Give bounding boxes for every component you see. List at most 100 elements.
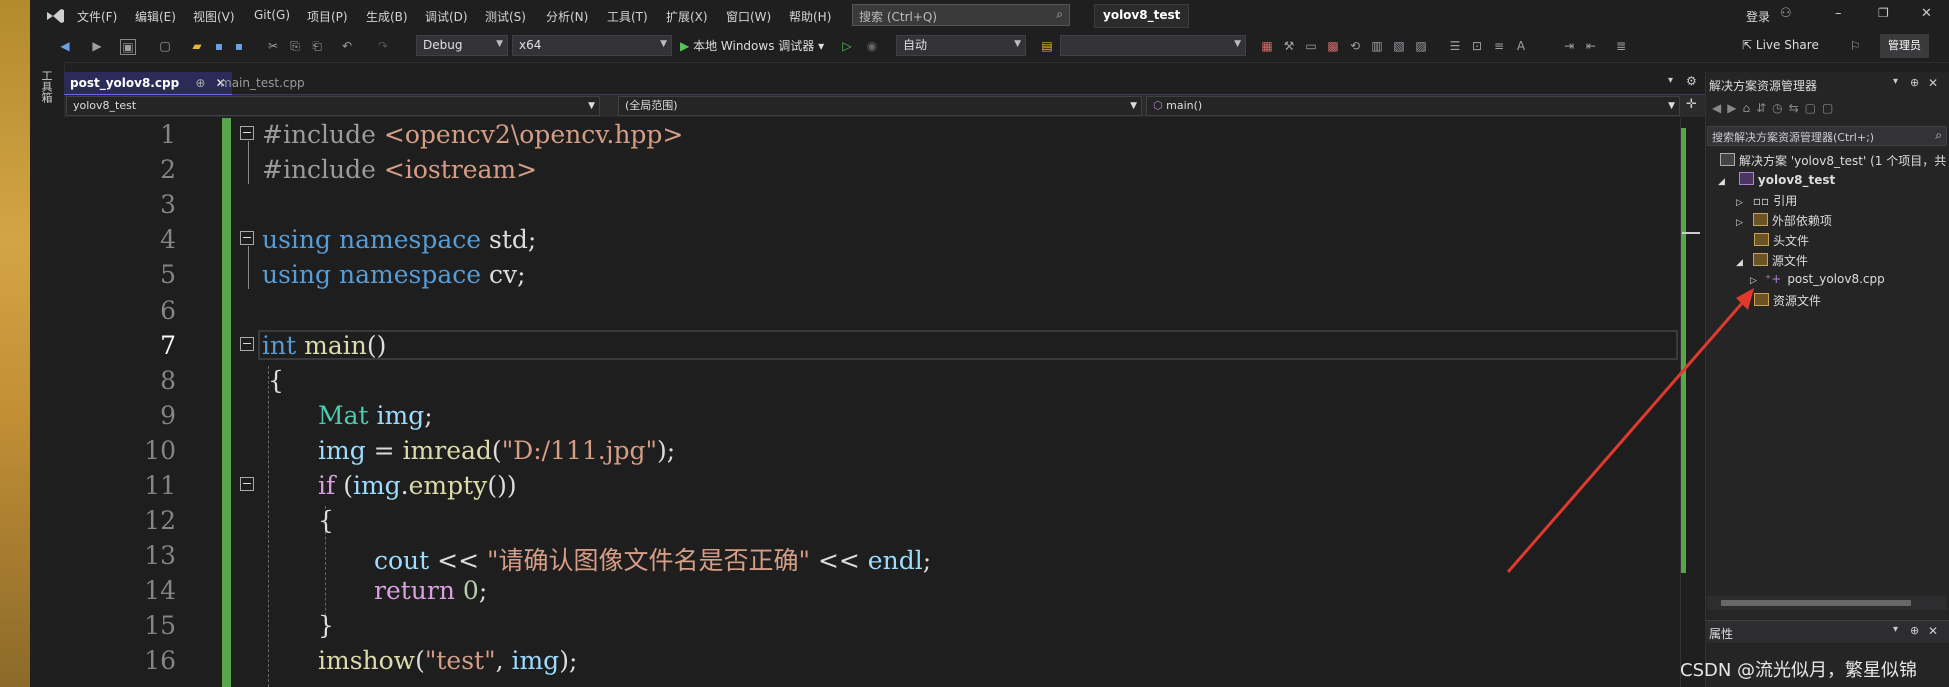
indent-icon[interactable]: ⇥ bbox=[1562, 39, 1576, 53]
menu-window[interactable]: 窗口(W) bbox=[726, 8, 771, 25]
menu-debug[interactable]: 调试(D) bbox=[425, 8, 468, 25]
menu-file[interactable]: 文件(F) bbox=[77, 8, 117, 25]
tab-post-yolov8[interactable]: post_yolov8.cpp ⊕ ✕ bbox=[64, 72, 232, 96]
hot-reload-icon[interactable]: ◉ bbox=[865, 39, 879, 53]
open-folder-icon[interactable]: ▰ bbox=[190, 39, 204, 53]
back-icon[interactable]: ◀ bbox=[58, 39, 72, 53]
close-icon[interactable]: ✕ bbox=[1928, 624, 1938, 638]
panel-menu-icon[interactable]: ▾ bbox=[1893, 76, 1898, 87]
refactor-icon[interactable]: ⟲ bbox=[1348, 39, 1362, 53]
panel-menu-icon[interactable]: ▾ bbox=[1893, 624, 1898, 635]
watermark: CSDN @流光似月，繁星似锦 bbox=[1680, 660, 1918, 681]
save-icon[interactable]: ▪ bbox=[212, 39, 226, 53]
cut-icon[interactable]: ✂ bbox=[266, 39, 280, 53]
menu-project[interactable]: 项目(P) bbox=[307, 8, 348, 25]
start-without-debug-icon[interactable]: ▷ bbox=[840, 39, 854, 53]
tree-project[interactable]: ◢ yolov8_test bbox=[1718, 172, 1835, 187]
bookmark-icon[interactable]: ▦ bbox=[1260, 39, 1274, 53]
line-number: 10 bbox=[144, 436, 176, 465]
scope-nav-select[interactable]: (全局范围) ▼ bbox=[618, 96, 1142, 116]
class-view-icon[interactable]: ▥ bbox=[1370, 39, 1384, 53]
menu-test[interactable]: 测试(S) bbox=[485, 8, 526, 25]
line-number: 13 bbox=[144, 541, 176, 570]
split-icon[interactable]: ✛ bbox=[1686, 97, 1697, 112]
format-icon[interactable]: ☰ bbox=[1448, 39, 1462, 53]
cpp-file-icon: ⁺+ bbox=[1764, 272, 1782, 286]
fold-toggle[interactable] bbox=[240, 126, 254, 140]
save-all-icon[interactable]: ▪ bbox=[232, 39, 246, 53]
search-icon: ⌕ bbox=[1056, 7, 1063, 21]
fold-toggle[interactable] bbox=[240, 477, 254, 491]
menu-tools[interactable]: 工具(T) bbox=[607, 8, 648, 25]
project-nav-select[interactable]: yolov8_test ▼ bbox=[66, 96, 600, 116]
pin-icon[interactable]: ⊕ bbox=[1910, 624, 1919, 637]
auto-select[interactable]: 自动 ▼ bbox=[896, 35, 1026, 56]
menu-edit[interactable]: 编辑(E) bbox=[135, 8, 176, 25]
undo-icon[interactable]: ↶ bbox=[340, 39, 354, 53]
member-nav-select[interactable]: ⬡ main() ▼ bbox=[1146, 96, 1680, 116]
forward-icon[interactable]: ▶ bbox=[90, 39, 104, 53]
account-icon[interactable]: ⚇ bbox=[1780, 6, 1792, 21]
menu-help[interactable]: 帮助(H) bbox=[789, 8, 831, 25]
new-item-icon[interactable]: ▢ bbox=[158, 39, 172, 53]
outdent-icon[interactable]: ⇤ bbox=[1584, 39, 1598, 53]
platform-select[interactable]: x64 ▼ bbox=[512, 35, 672, 56]
pin-icon[interactable]: ⊕ bbox=[195, 76, 205, 90]
minimize-button[interactable]: – bbox=[1835, 6, 1842, 21]
target-select[interactable]: ▼ bbox=[1060, 35, 1246, 56]
pin-icon[interactable]: ⊕ bbox=[1910, 76, 1919, 89]
run-debugger-button[interactable]: ▶ 本地 Windows 调试器 ▾ bbox=[680, 37, 824, 54]
menu-build[interactable]: 生成(B) bbox=[366, 8, 408, 25]
config-value: Debug bbox=[423, 38, 463, 52]
line-number: 7 bbox=[160, 331, 176, 360]
line-number: 5 bbox=[160, 260, 176, 289]
bracket-icon[interactable]: ⊡ bbox=[1470, 39, 1484, 53]
wrench-icon[interactable]: ⚒ bbox=[1282, 39, 1296, 53]
menu-analyze[interactable]: 分析(N) bbox=[546, 8, 588, 25]
line-number: 1 bbox=[160, 120, 176, 149]
close-window-button[interactable]: ✕ bbox=[1921, 6, 1932, 21]
tree-source-files[interactable]: ◢ 源文件 bbox=[1736, 252, 1808, 269]
close-icon[interactable]: ✕ bbox=[1928, 76, 1938, 90]
comment-icon[interactable]: ▭ bbox=[1304, 39, 1318, 53]
toolbox-tab[interactable]: 工具箱 bbox=[40, 70, 54, 103]
toggle-icon[interactable]: ▨ bbox=[1414, 39, 1428, 53]
align-icon[interactable]: ≡ bbox=[1492, 39, 1506, 53]
tree-external-deps[interactable]: ▷ 外部依赖项 bbox=[1736, 212, 1832, 229]
config-select[interactable]: Debug ▼ bbox=[416, 35, 508, 56]
signin-link[interactable]: 登录 bbox=[1746, 8, 1770, 25]
tree-solution[interactable]: 解决方案 'yolov8_test' (1 个项目，共 bbox=[1720, 152, 1946, 169]
browse-icon[interactable]: ▤ bbox=[1040, 39, 1054, 53]
comment-lines-icon[interactable]: ≣ bbox=[1614, 39, 1628, 53]
explorer-hscrollbar[interactable] bbox=[1707, 596, 1947, 610]
diagnostics-icon[interactable]: ▩ bbox=[1326, 39, 1340, 53]
tab-main-test[interactable]: main_test.cpp bbox=[214, 72, 311, 94]
left-tool-strip bbox=[30, 62, 65, 687]
menu-git[interactable]: Git(G) bbox=[254, 8, 290, 22]
explorer-search-input[interactable]: 搜索解决方案资源管理器(Ctrl+;) ⌕ bbox=[1707, 126, 1947, 146]
menu-extensions[interactable]: 扩展(X) bbox=[666, 8, 708, 25]
gear-icon[interactable]: ⚙ bbox=[1686, 74, 1697, 88]
copy-icon[interactable]: ⎘ bbox=[288, 39, 302, 53]
paste-icon[interactable]: ⎗ bbox=[310, 39, 324, 53]
live-share-button[interactable]: ⇱ Live Share bbox=[1742, 38, 1819, 52]
menu-view[interactable]: 视图(V) bbox=[193, 8, 235, 25]
search-input[interactable]: 搜索 (Ctrl+Q) ⌕ bbox=[852, 4, 1070, 26]
explorer-toolbar[interactable]: ◀▶⌂⇵◷⇆▢▢ bbox=[1712, 101, 1839, 115]
tree-resource-files[interactable]: 资源文件 bbox=[1754, 292, 1821, 309]
scroll-thumb[interactable] bbox=[1721, 600, 1911, 606]
restore-button[interactable]: ❐ bbox=[1878, 6, 1889, 20]
feedback-icon[interactable]: ⚐ bbox=[1848, 39, 1862, 53]
font-icon[interactable]: A bbox=[1514, 39, 1528, 53]
fold-toggle[interactable] bbox=[240, 231, 254, 245]
code-editor[interactable] bbox=[64, 118, 1705, 687]
layout-icon[interactable]: ▧ bbox=[1392, 39, 1406, 53]
tree-header-files[interactable]: 头文件 bbox=[1754, 232, 1809, 249]
visual-studio-logo-icon[interactable] bbox=[44, 6, 66, 26]
fold-toggle[interactable] bbox=[240, 337, 254, 351]
solution-view-icon[interactable]: ▣ bbox=[120, 39, 136, 55]
tree-references[interactable]: ▷ ▫▫ 引用 bbox=[1736, 192, 1797, 209]
redo-icon[interactable]: ↷ bbox=[376, 39, 390, 53]
tree-post-yolov8[interactable]: ▷ ⁺+ post_yolov8.cpp bbox=[1750, 272, 1885, 286]
tab-list-icon[interactable]: ▾ bbox=[1668, 75, 1673, 86]
